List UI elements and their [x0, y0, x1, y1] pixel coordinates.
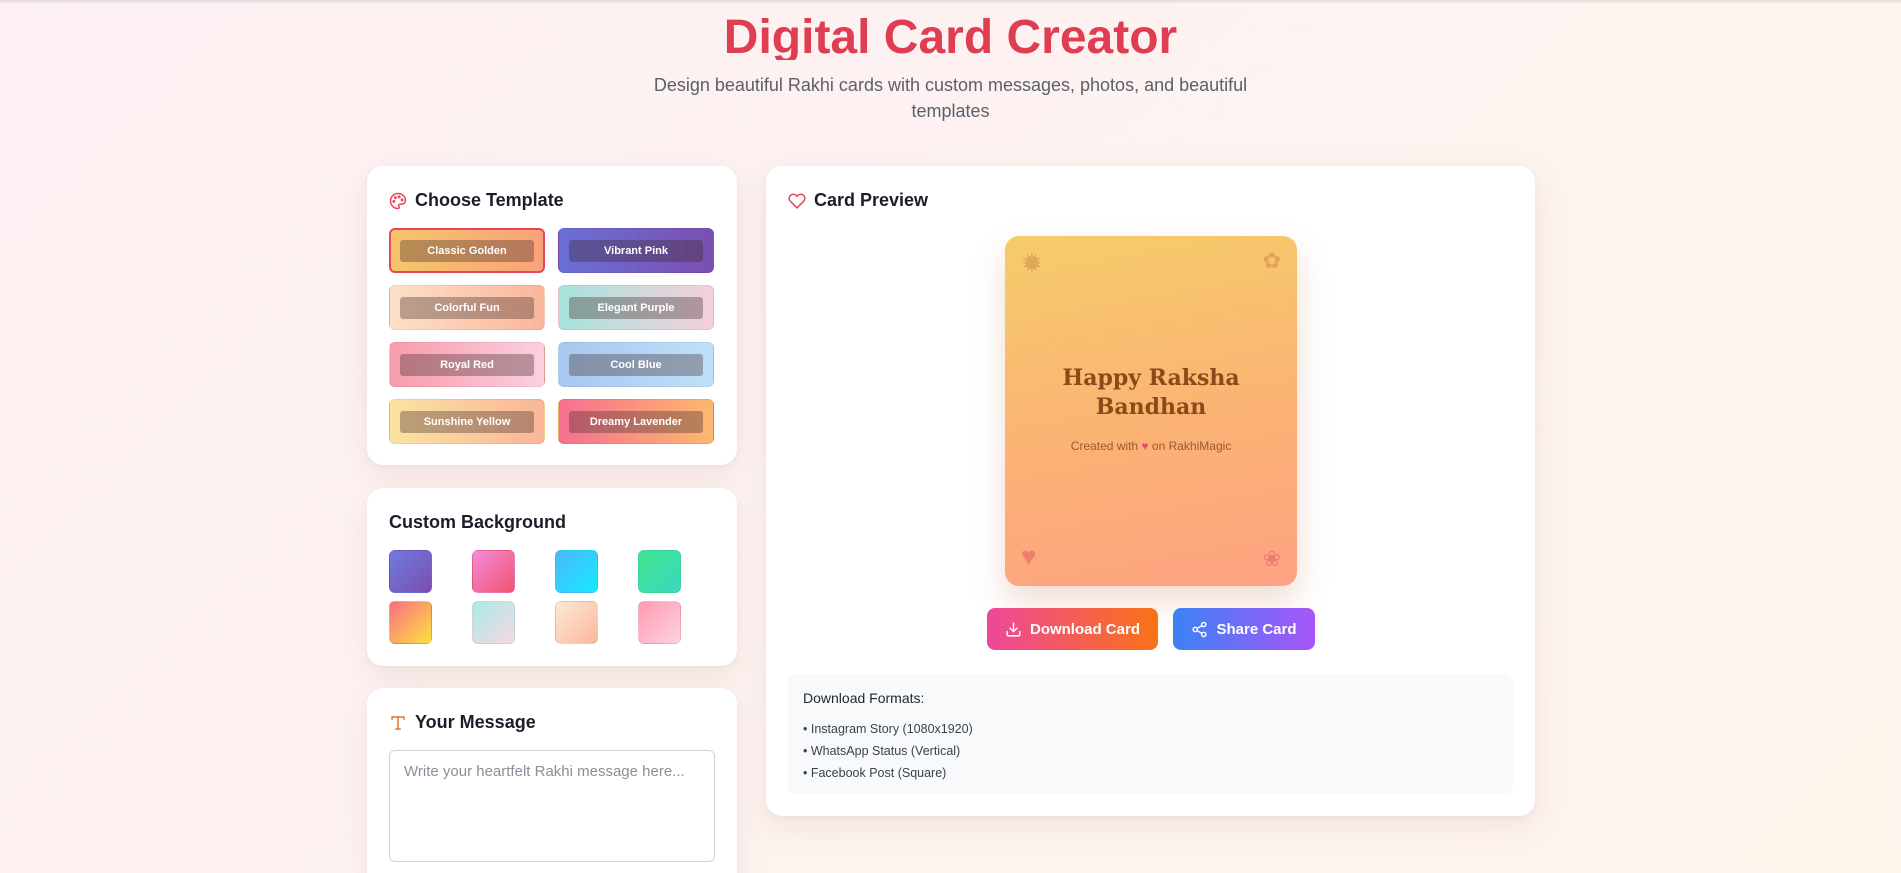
- template-option[interactable]: Royal Red: [389, 342, 545, 387]
- message-panel: Your Message: [367, 688, 737, 873]
- format-item: • Facebook Post (Square): [803, 766, 947, 780]
- top-shadow: [0, 0, 1901, 4]
- template-option-label: Elegant Purple: [569, 296, 703, 319]
- template-option[interactable]: Dreamy Lavender: [558, 399, 714, 444]
- format-item: • WhatsApp Status (Vertical): [803, 744, 961, 758]
- preview-panel-title: Card Preview: [814, 190, 929, 210]
- card-credit: Created with ♥ on RakhiMagic: [1005, 439, 1297, 453]
- background-swatches: [389, 550, 681, 644]
- template-option[interactable]: Sunshine Yellow: [389, 399, 545, 444]
- card-credit-prefix: Created with: [1070, 439, 1139, 453]
- download-formats-list: • Instagram Story (1080x1920) • WhatsApp…: [803, 718, 973, 784]
- download-card-label: Download Card: [1029, 620, 1140, 638]
- template-grid: Classic Golden Vibrant Pink Colorful Fun El…: [389, 228, 715, 444]
- card-greeting: Happy Raksha Bandhan: [1005, 364, 1297, 422]
- preview-panel-header: Card Preview: [788, 190, 928, 211]
- background-swatch[interactable]: [472, 601, 515, 644]
- share-icon: [1192, 621, 1208, 637]
- template-option[interactable]: Classic Golden: [389, 228, 545, 273]
- card-greeting-line2: Bandhan: [1095, 394, 1207, 420]
- template-option-label: Classic Golden: [400, 239, 534, 262]
- template-option-label: Royal Red: [400, 353, 534, 376]
- message-input[interactable]: [389, 750, 715, 862]
- background-swatch[interactable]: [638, 601, 681, 644]
- template-option[interactable]: Elegant Purple: [558, 285, 714, 330]
- template-panel-title: Choose Template: [415, 190, 564, 210]
- heart-icon: [788, 193, 806, 209]
- card-credit-suffix: on RakhiMagic: [1151, 439, 1232, 453]
- template-option[interactable]: Colorful Fun: [389, 285, 545, 330]
- background-panel-header: Custom Background: [389, 512, 566, 533]
- template-option[interactable]: Cool Blue: [558, 342, 714, 387]
- template-option-label: Dreamy Lavender: [569, 410, 703, 433]
- template-option-label: Sunshine Yellow: [400, 410, 534, 433]
- preview-panel: Card Preview ✹ ✿ ♥ ❀ Happy Raksha Bandha…: [766, 166, 1535, 816]
- background-swatch[interactable]: [555, 550, 598, 593]
- flower-icon: ✿: [1262, 248, 1281, 273]
- background-swatch[interactable]: [472, 550, 515, 593]
- background-swatch[interactable]: [638, 550, 681, 593]
- rakhi-card-preview: ✹ ✿ ♥ ❀ Happy Raksha Bandhan Created wit…: [1005, 236, 1297, 586]
- card-greeting-line1: Happy Raksha: [1062, 365, 1240, 391]
- background-panel: Custom Background: [367, 488, 737, 666]
- template-option-label: Cool Blue: [569, 353, 703, 376]
- download-card-button[interactable]: Download Card: [987, 608, 1158, 650]
- message-panel-title: Your Message: [415, 712, 536, 732]
- download-icon: [1006, 621, 1021, 637]
- sparkle-icon: ✹: [1021, 248, 1043, 278]
- rose-icon: ❀: [1262, 546, 1281, 571]
- page-title: Digital Card Creator: [723, 11, 1178, 60]
- download-formats-title: Download Formats:: [803, 690, 925, 706]
- palette-icon: [389, 192, 407, 209]
- background-swatch[interactable]: [555, 601, 598, 644]
- template-option[interactable]: Vibrant Pink: [558, 228, 714, 273]
- mini-heart-icon: ♥: [1141, 439, 1149, 453]
- format-item: • Instagram Story (1080x1920): [803, 722, 973, 736]
- background-swatch[interactable]: [389, 601, 432, 644]
- template-panel: Choose Template Classic Golden Vibrant Pi…: [367, 166, 737, 465]
- share-card-button[interactable]: Share Card: [1173, 608, 1315, 650]
- template-option-label: Colorful Fun: [400, 296, 534, 319]
- template-panel-header: Choose Template: [389, 190, 564, 211]
- background-panel-title: Custom Background: [389, 512, 567, 532]
- background-swatch[interactable]: [389, 550, 432, 593]
- page-subtitle: Design beautiful Rakhi cards with custom…: [653, 75, 1248, 121]
- share-card-label: Share Card: [1216, 620, 1297, 638]
- message-panel-header: Your Message: [389, 712, 536, 733]
- heart-decoration-icon: ♥: [1021, 541, 1037, 571]
- text-icon: [391, 715, 405, 730]
- template-option-label: Vibrant Pink: [569, 239, 703, 262]
- download-formats-box: Download Formats: • Instagram Story (108…: [788, 674, 1513, 794]
